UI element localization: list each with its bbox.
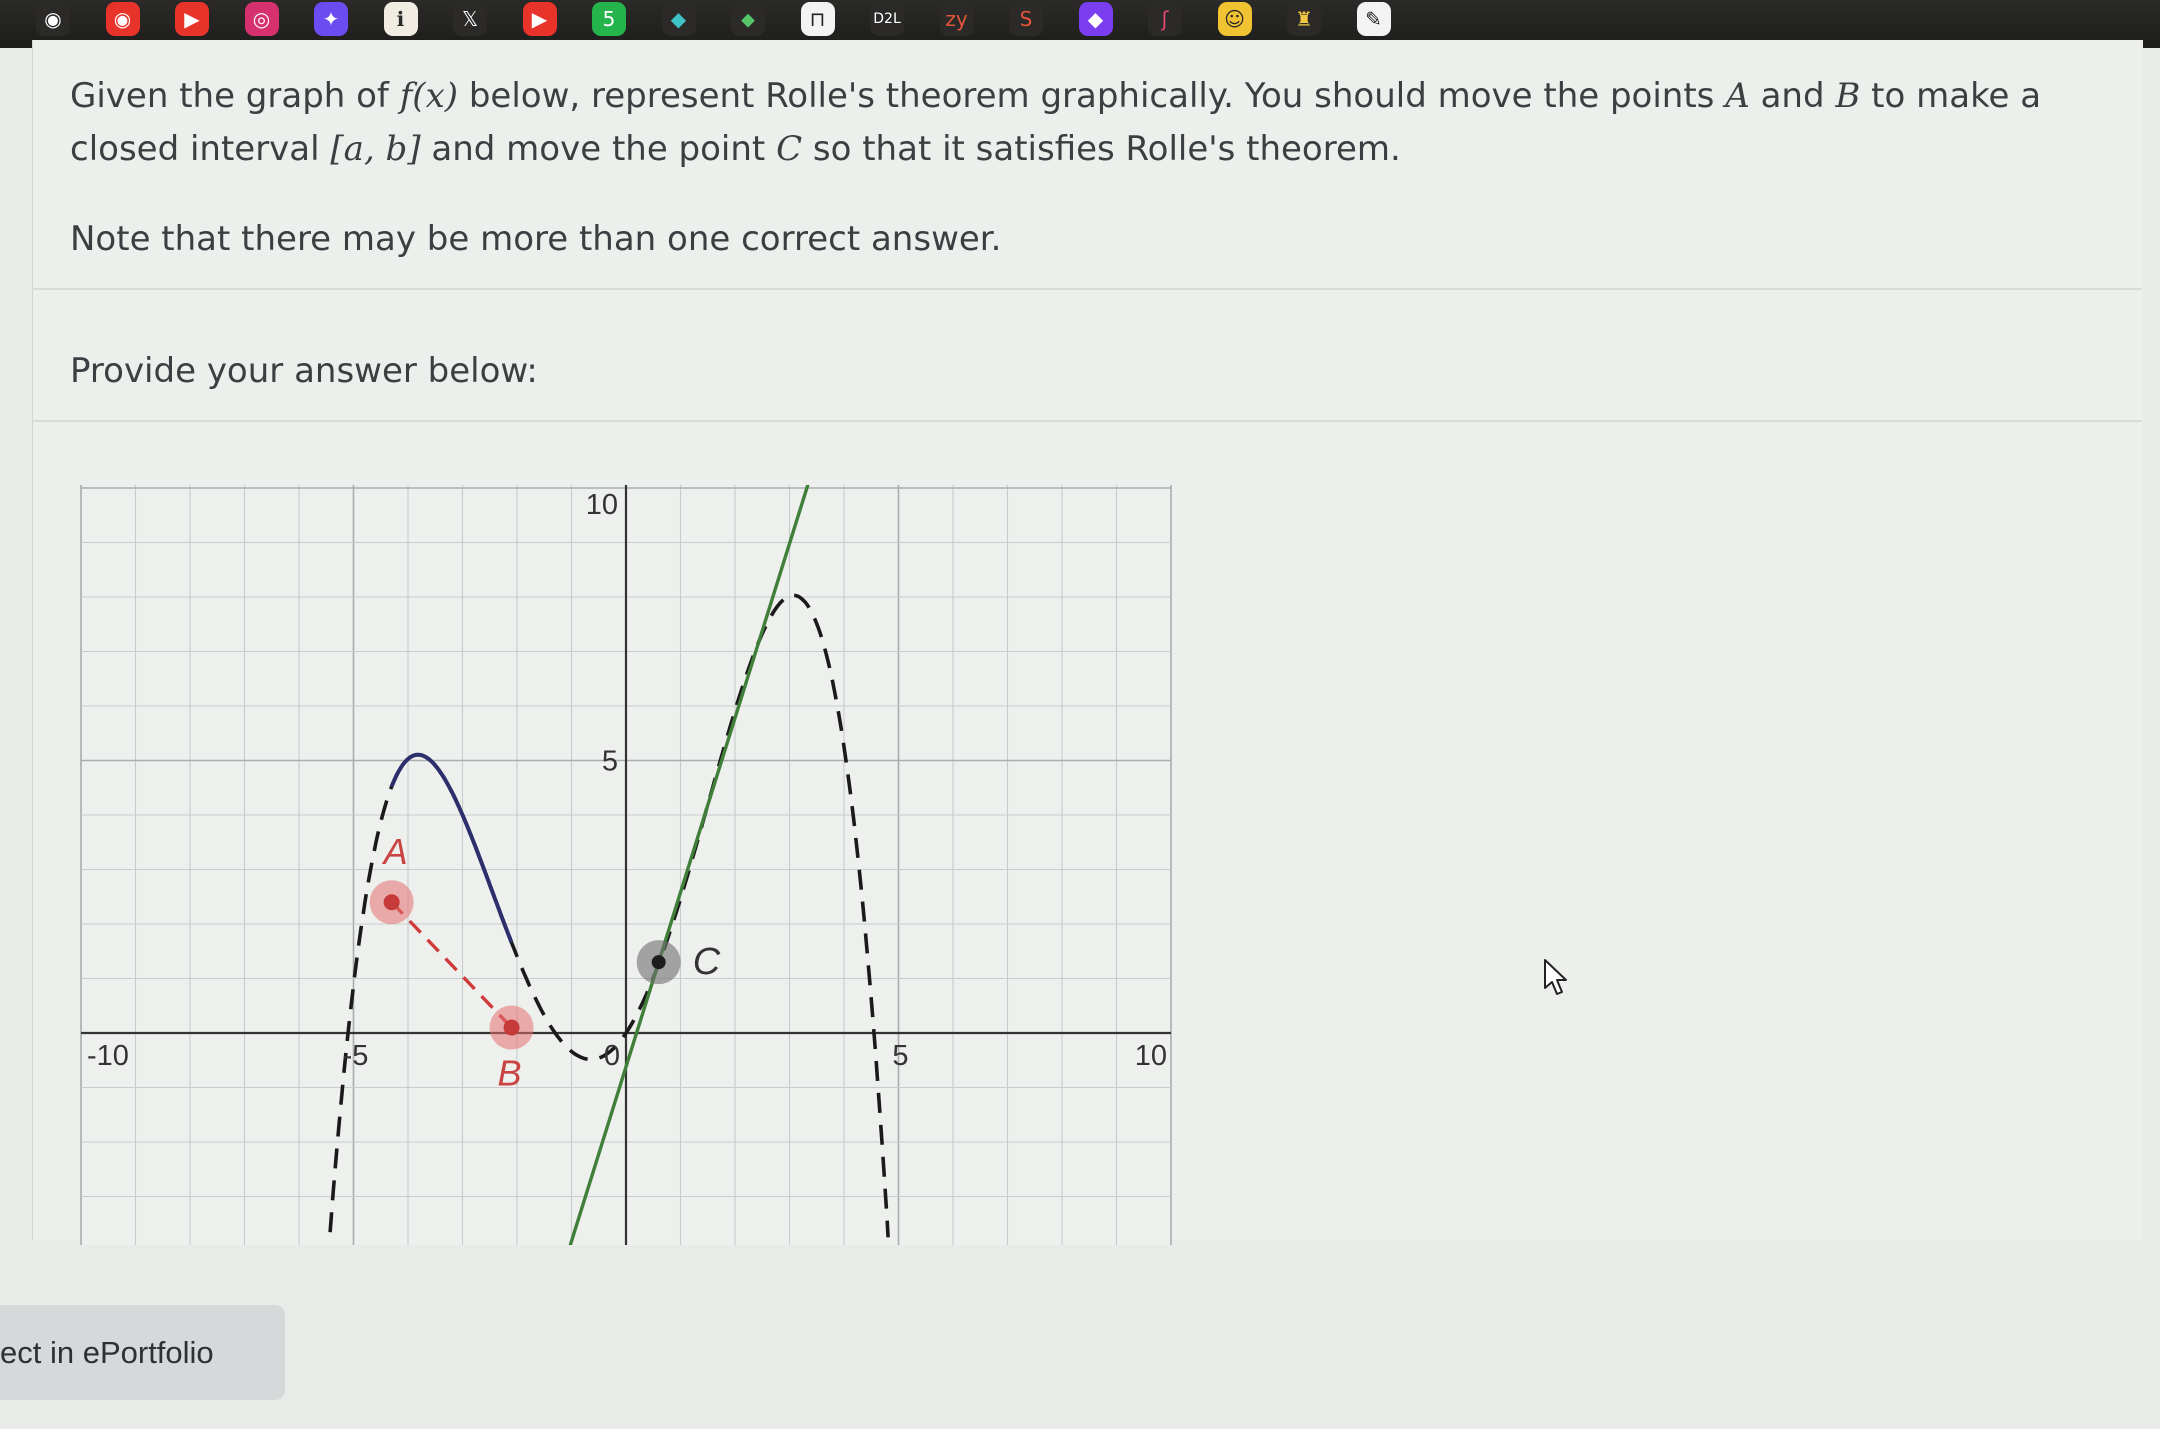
instagram-icon[interactable]: ◎ [244,2,279,36]
x-icon[interactable]: 𝕏 [453,2,487,36]
window-icon[interactable]: ⊓ [800,2,835,36]
record-icon[interactable]: ◉ [105,2,140,36]
mouse-cursor-icon [1544,959,1567,995]
question-text: and [1749,76,1836,116]
hook-icon[interactable]: ʃ [1148,2,1182,36]
question-text: so that it satisfies Rolle's theorem. [802,129,1401,169]
diamond-icon[interactable]: ◆ [1078,2,1113,36]
maps-icon[interactable]: ⬥ [731,2,765,36]
youtube-icon[interactable]: ▶ [175,2,209,36]
question-line-1: Given the graph of f(x) below, represent… [70,70,2070,122]
y-tick-label: 5 [602,746,618,778]
point-c-center[interactable] [651,955,666,970]
clipboard-icon[interactable]: ℹ [383,2,418,36]
x-tick-label: 10 [1135,1040,1167,1072]
question-line-2: closed interval [a, b] and move the poin… [70,123,2070,175]
gift-icon[interactable]: ♜ [1287,2,1321,36]
point-a-center[interactable] [383,894,400,911]
point-b-label: B [498,1053,522,1094]
globe-icon[interactable]: ◆ [661,2,696,36]
photo-icon[interactable]: ✎ [1356,2,1391,36]
eportfolio-label: ect in ePortfolio [0,1334,214,1370]
d2l-icon[interactable]: D2L [870,2,904,36]
point-b-ref: B [1835,76,1861,116]
point-c-ref: C [776,129,803,169]
whatsapp-icon[interactable]: 5 [592,2,626,36]
question-text: to make a [1860,76,2042,116]
reflect-in-eportfolio-button[interactable]: ect in ePortfolio [0,1305,285,1400]
x-tick-label: -5 [343,1040,369,1072]
question-text: and move the point [420,129,777,169]
y-tick-label: 10 [586,489,618,521]
answer-prompt: Provide your answer below: [70,351,538,391]
point-a-ref: A [1725,76,1750,116]
divider [32,420,2142,422]
point-c-label: C [693,941,721,983]
x-tick-label: 0 [604,1040,620,1072]
question-text: Given the graph of [70,76,400,116]
note-text: Note that there may be more than one cor… [70,219,1002,259]
question-text: closed interval [70,129,331,169]
divider [32,288,2142,290]
zybooks-icon[interactable]: zy [939,2,974,36]
question-text: below, represent Rolle's theorem graphic… [458,76,1726,116]
messenger-icon[interactable]: ✦ [314,2,348,36]
snake-icon[interactable]: S [1009,2,1043,36]
emoji-icon[interactable]: ☺ [1217,2,1252,36]
opera-icon[interactable]: ◉ [36,2,70,36]
x-tick-label: -10 [87,1040,129,1072]
youtube-red-icon[interactable]: ▶ [522,2,557,36]
rolle-graph[interactable]: -10 -5 0 5 10 10 5 A B C [70,485,1180,1245]
point-a-label: A [382,831,408,872]
x-tick-label: 5 [892,1040,908,1072]
function-notation: f(x) [399,76,459,116]
point-b-center[interactable] [503,1019,520,1036]
interval-notation: [a, b] [330,129,421,169]
